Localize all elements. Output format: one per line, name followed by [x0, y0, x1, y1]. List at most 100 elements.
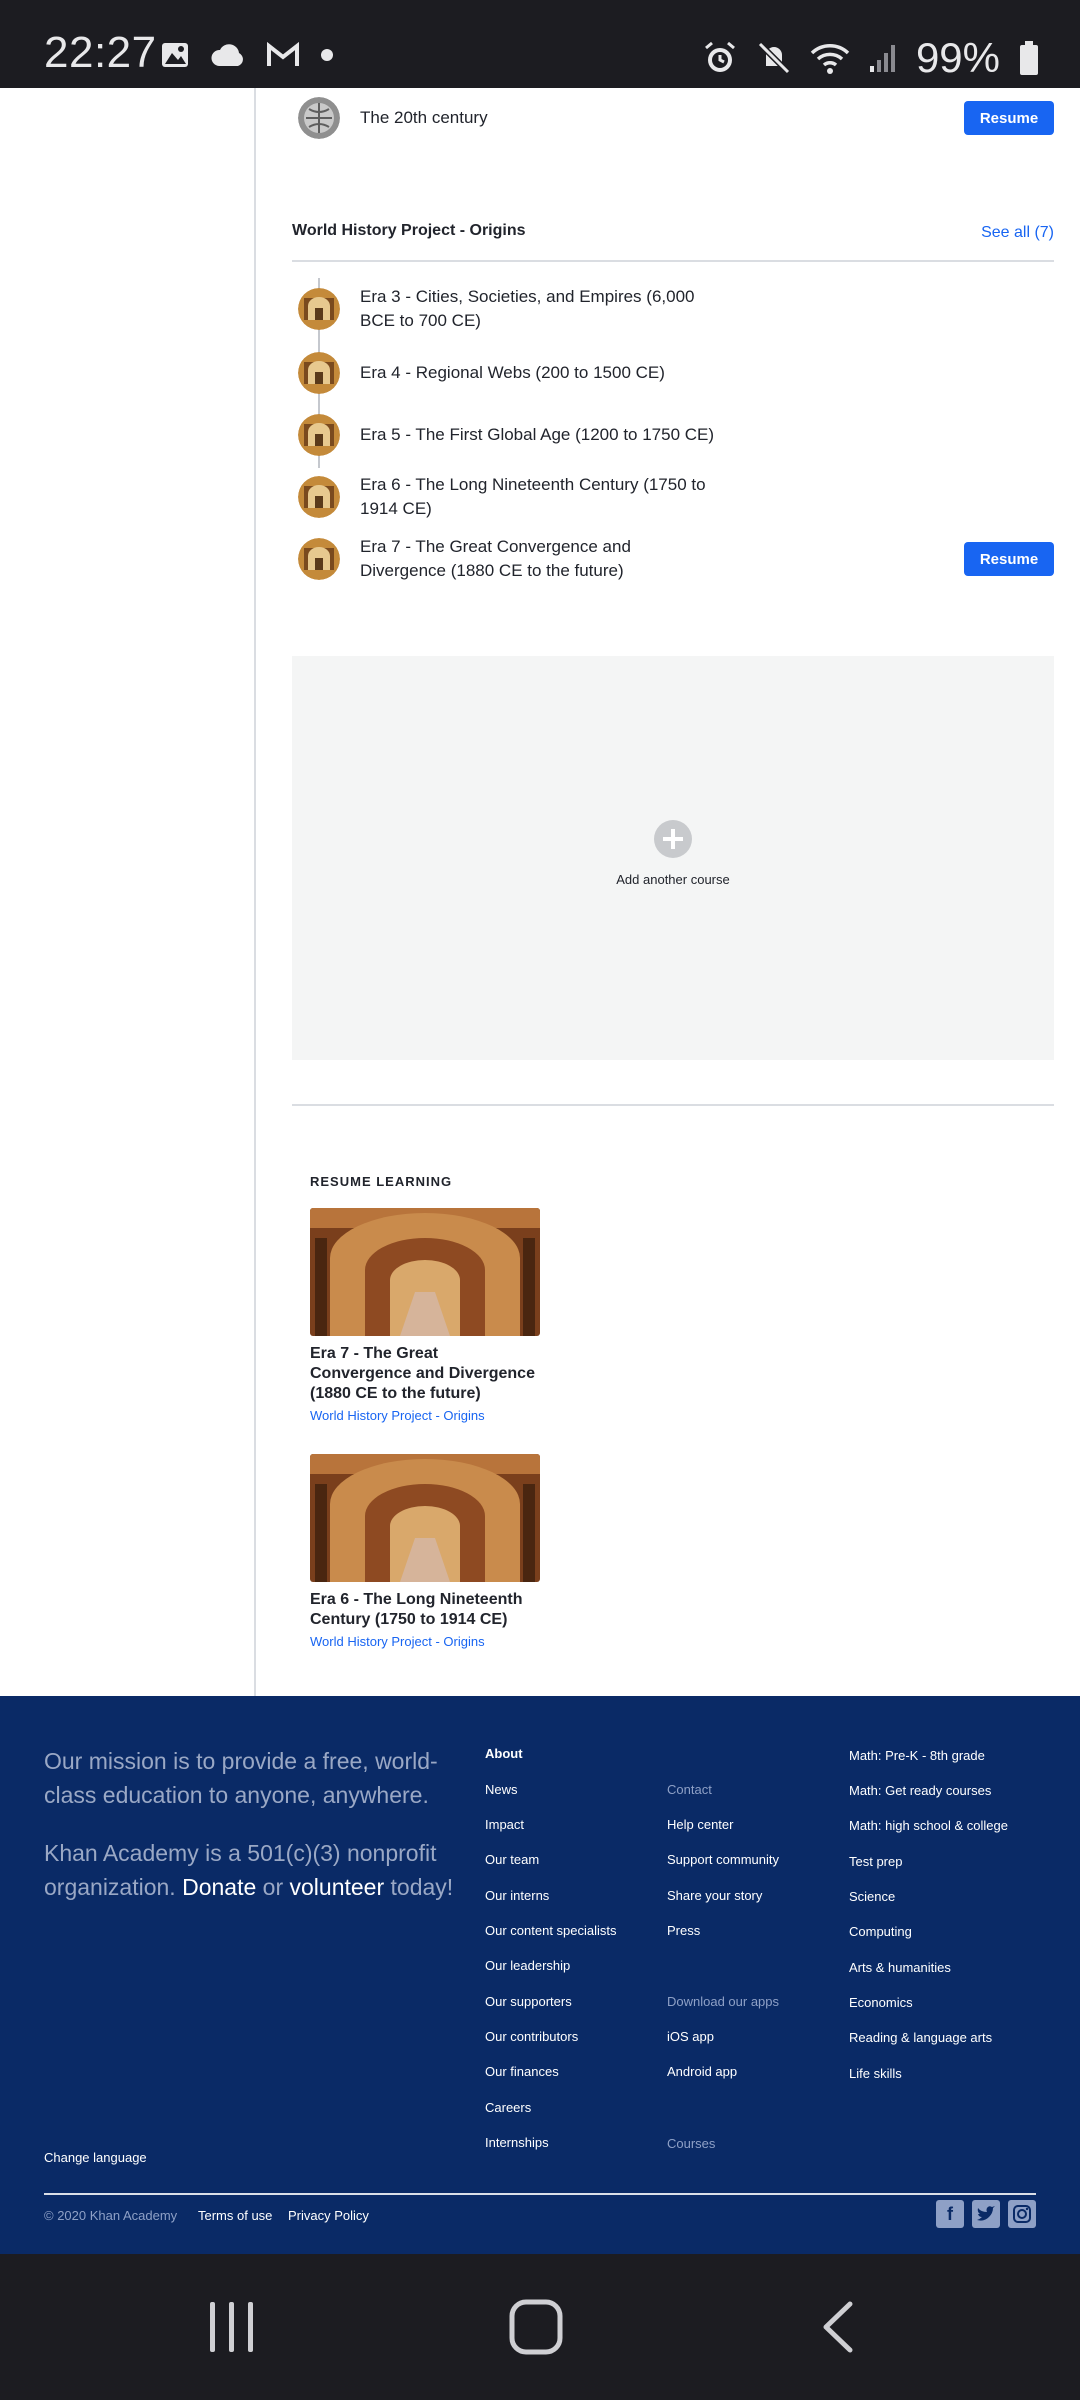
course-section-header: World History Project - Origins See all …	[292, 222, 1054, 262]
unit-item-era-5[interactable]: Era 5 - The First Global Age (1200 to 17…	[292, 414, 1054, 456]
card-title[interactable]: Era 7 - The Great Convergence and Diverg…	[310, 1344, 540, 1404]
privacy-link[interactable]: Privacy Policy	[288, 2208, 369, 2223]
footer-link[interactable]: Internships	[485, 2135, 549, 2150]
course-item-label: The 20th century	[360, 108, 488, 127]
facebook-icon[interactable]: f	[936, 2200, 964, 2228]
footer-link[interactable]: Arts & humanities	[849, 1960, 951, 1975]
divider	[292, 1104, 1054, 1106]
unit-item-era-4[interactable]: Era 4 - Regional Webs (200 to 1500 CE)	[292, 352, 1054, 394]
add-course-card[interactable]: Add another course	[292, 656, 1054, 1060]
footer-link[interactable]: Computing	[849, 1924, 912, 1939]
footer-link[interactable]: Careers	[485, 2100, 531, 2115]
library-thumbnail	[298, 288, 340, 330]
unit-label: Era 6 - The Long Nineteenth Century (175…	[360, 475, 706, 518]
notification-icons	[160, 40, 334, 70]
add-course-label: Add another course	[616, 872, 730, 887]
footer-link[interactable]: Press	[667, 1923, 700, 1938]
recent-apps-icon[interactable]	[206, 2300, 258, 2354]
footer-link[interactable]: Our interns	[485, 1888, 549, 1903]
back-icon[interactable]	[818, 2300, 858, 2354]
signal-icon	[869, 45, 895, 72]
footer-link[interactable]: Our content specialists	[485, 1923, 617, 1938]
library-image	[310, 1208, 540, 1336]
status-time: 22:27	[44, 28, 157, 77]
social-links: f	[936, 2200, 1036, 2228]
apps-heading: Download our apps	[667, 1994, 780, 2009]
donate-link[interactable]: Donate	[182, 1874, 256, 1900]
nonprofit-statement: Khan Academy is a 501(c)(3) nonprofit or…	[44, 1836, 464, 1904]
unit-item-era-6[interactable]: Era 6 - The Long Nineteenth Century (175…	[292, 472, 1054, 522]
card-course-link[interactable]: World History Project - Origins	[310, 1634, 540, 1649]
unit-item-era-7[interactable]: Era 7 - The Great Convergence and Diverg…	[292, 534, 1054, 584]
battery-percent: 99%	[915, 34, 1000, 81]
courses-heading[interactable]: Courses	[667, 2136, 715, 2151]
about-heading: About	[485, 1746, 523, 1761]
footer-link[interactable]: Impact	[485, 1817, 524, 1832]
footer-divider	[44, 2193, 1036, 2195]
unit-label: Era 7 - The Great Convergence and Diverg…	[360, 537, 631, 580]
contact-heading: Contact	[667, 1782, 712, 1797]
library-thumbnail	[298, 476, 340, 518]
resume-card[interactable]: Era 7 - The Great Convergence and Diverg…	[310, 1208, 540, 1423]
plus-icon	[654, 820, 692, 858]
terms-link[interactable]: Terms of use	[198, 2208, 272, 2223]
android-app-link[interactable]: Android app	[667, 2064, 737, 2079]
footer-link[interactable]: Economics	[849, 1995, 913, 2010]
resume-button[interactable]: Resume	[964, 101, 1054, 135]
footer-link[interactable]: Math: high school & college	[849, 1818, 1008, 1833]
system-icons: 99%	[702, 34, 1040, 82]
home-icon[interactable]	[508, 2298, 564, 2356]
footer-link[interactable]: Math: Pre-K - 8th grade	[849, 1748, 985, 1763]
library-image	[310, 1454, 540, 1582]
dot-icon	[321, 49, 333, 61]
footer-link[interactable]: Our team	[485, 1852, 539, 1867]
course-item-20th-century[interactable]: The 20th century Resume	[292, 96, 1054, 140]
footer-link[interactable]: Help center	[667, 1817, 733, 1832]
footer-link[interactable]: Support community	[667, 1852, 779, 1867]
battery-icon	[1020, 41, 1038, 75]
resume-card[interactable]: Era 6 - The Long Nineteenth Century (175…	[310, 1454, 540, 1649]
wifi-icon	[810, 44, 850, 74]
globe-thumbnail	[298, 97, 340, 139]
footer-link[interactable]: Life skills	[849, 2066, 902, 2081]
twitter-icon[interactable]	[972, 2200, 1000, 2228]
library-thumbnail	[298, 414, 340, 456]
or-text: or	[262, 1874, 284, 1900]
footer-link[interactable]: Our leadership	[485, 1958, 570, 1973]
footer-link[interactable]: Math: Get ready courses	[849, 1783, 991, 1798]
image-icon	[162, 43, 188, 67]
footer-link[interactable]: Share your story	[667, 1888, 762, 1903]
system-nav-bar	[0, 2254, 1080, 2400]
footer-link[interactable]: Our contributors	[485, 2029, 578, 2044]
resume-button[interactable]: Resume	[964, 542, 1054, 576]
unit-label: Era 5 - The First Global Age (1200 to 17…	[360, 425, 715, 444]
card-title[interactable]: Era 6 - The Long Nineteenth Century (175…	[310, 1590, 540, 1630]
unit-label: Era 3 - Cities, Societies, and Empires (…	[360, 287, 695, 330]
unit-item-era-3[interactable]: Era 3 - Cities, Societies, and Empires (…	[292, 284, 1054, 334]
copyright-text: © 2020 Khan Academy	[44, 2208, 178, 2223]
card-course-link[interactable]: World History Project - Origins	[310, 1408, 540, 1423]
mission-statement: Our mission is to provide a free, world-…	[44, 1748, 438, 1808]
resume-learning-heading: RESUME LEARNING	[310, 1174, 453, 1189]
app-root: 22:27 99% The 20th century Resume World …	[0, 0, 1080, 2400]
footer-link[interactable]: News	[485, 1782, 518, 1797]
course-title[interactable]: World History Project - Origins	[292, 222, 526, 240]
change-language-link[interactable]: Change language	[44, 2150, 147, 2165]
footer-link[interactable]: Our finances	[485, 2064, 559, 2079]
gmail-icon	[267, 42, 299, 66]
cloud-icon	[211, 44, 243, 66]
library-thumbnail	[298, 352, 340, 394]
today-text: today!	[390, 1874, 454, 1900]
ios-app-link[interactable]: iOS app	[667, 2029, 714, 2044]
instagram-icon[interactable]	[1008, 2200, 1036, 2228]
status-bar: 22:27 99%	[0, 0, 1080, 88]
left-sidebar	[0, 88, 256, 1696]
footer-link[interactable]: Our supporters	[485, 1994, 572, 2009]
footer-link[interactable]: Science	[849, 1889, 895, 1904]
library-thumbnail	[298, 538, 340, 580]
see-all-link[interactable]: See all (7)	[981, 224, 1054, 242]
volunteer-link[interactable]: volunteer	[290, 1874, 385, 1900]
footer-link[interactable]: Reading & language arts	[849, 2030, 992, 2045]
footer-link[interactable]: Test prep	[849, 1854, 902, 1869]
mute-icon	[757, 41, 791, 75]
